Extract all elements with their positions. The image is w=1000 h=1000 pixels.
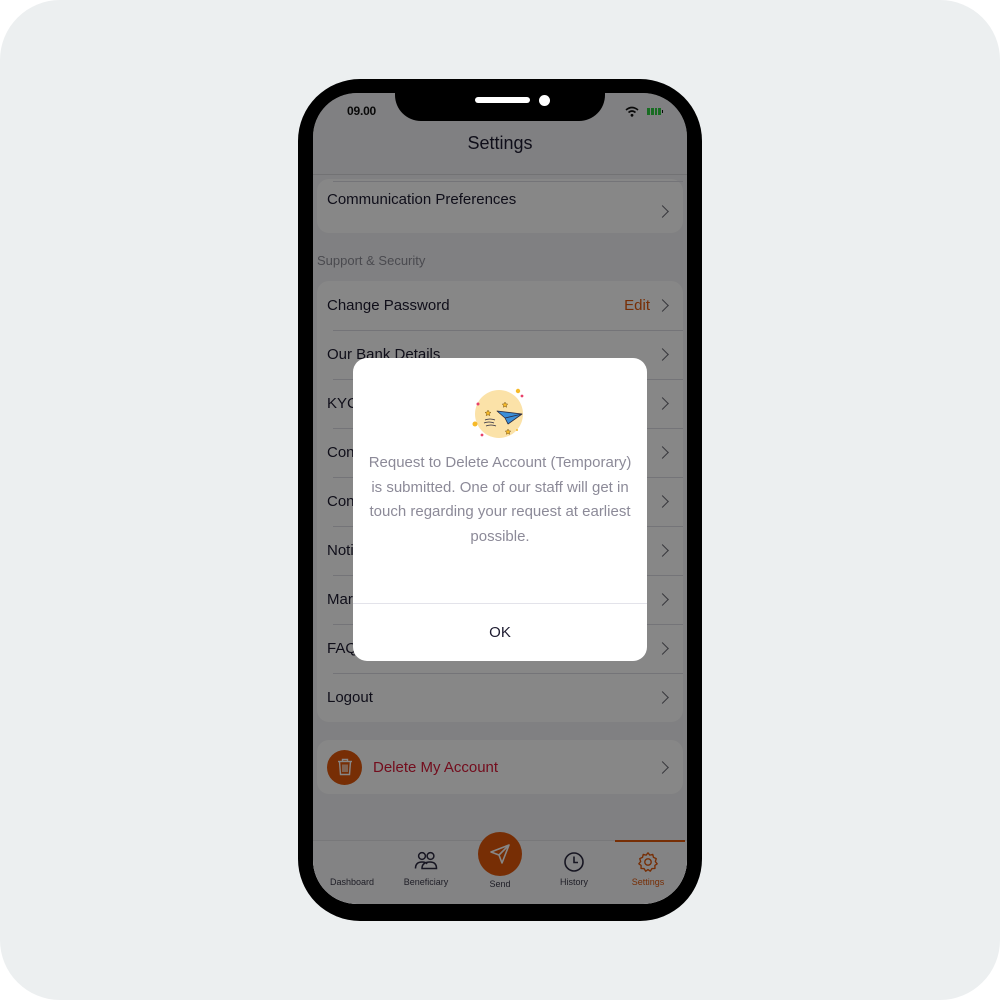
phone-speaker xyxy=(475,97,530,103)
paper-plane-illustration-icon xyxy=(472,388,524,438)
ok-button[interactable]: OK xyxy=(353,604,647,661)
phone-camera xyxy=(539,95,550,106)
confirmation-dialog: Request to Delete Account (Temporary) is… xyxy=(353,358,647,661)
dialog-message: Request to Delete Account (Temporary) is… xyxy=(368,454,632,545)
